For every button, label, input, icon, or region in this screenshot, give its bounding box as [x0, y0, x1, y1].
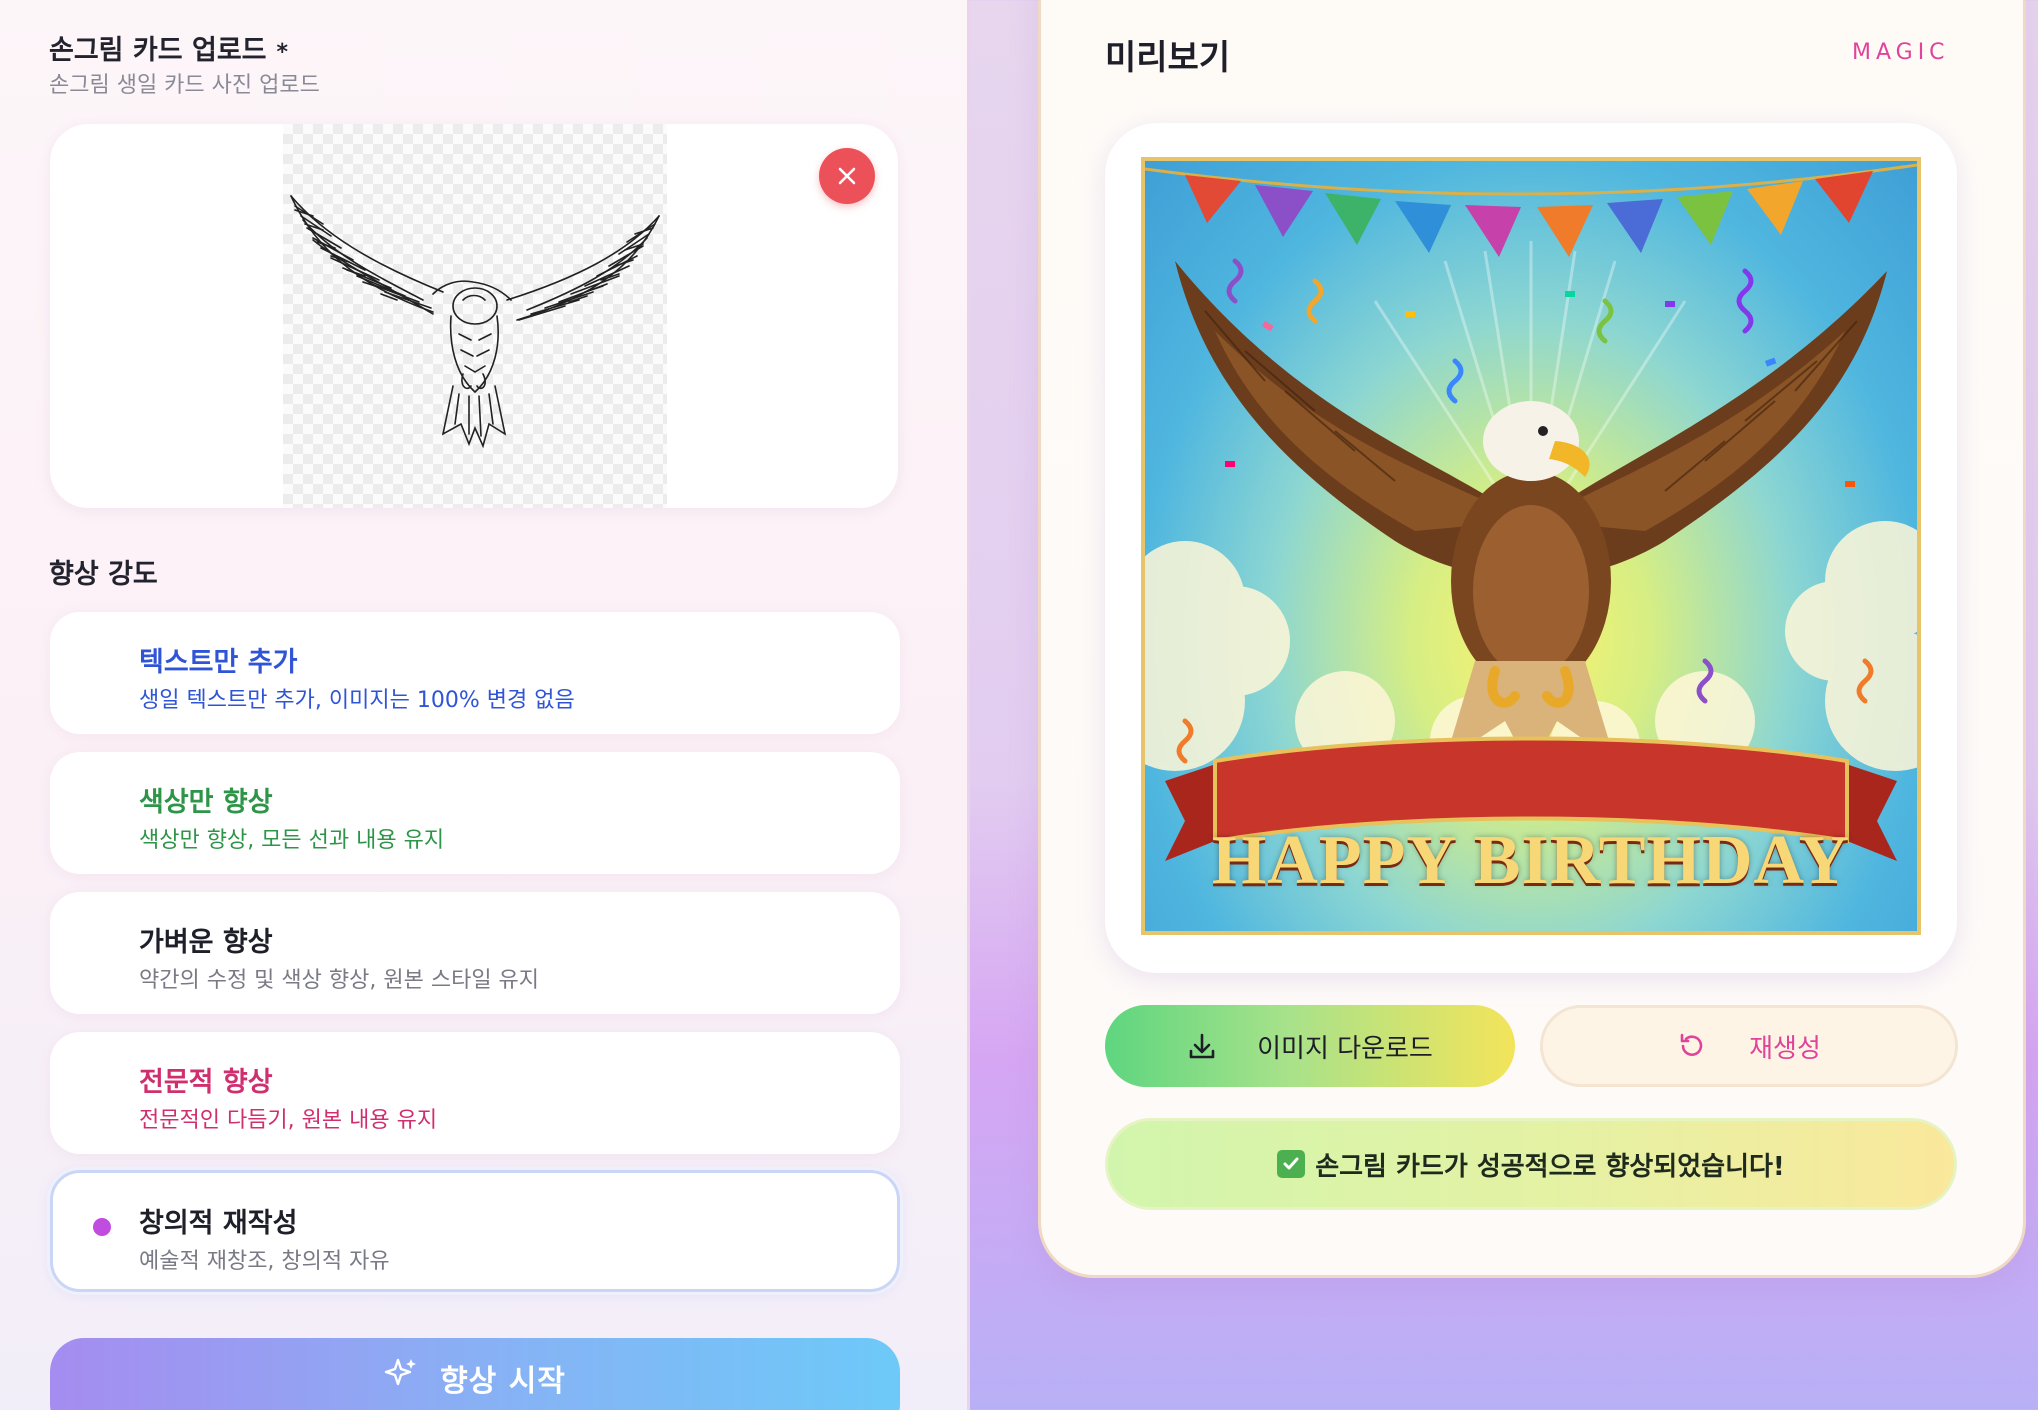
birthday-card-image: HAPPY BIRTHDAY — [1141, 157, 1921, 935]
required-mark: * — [276, 40, 289, 65]
option-light[interactable]: 가벼운 향상 약간의 수정 및 색상 향상, 원본 스타일 유지 — [50, 892, 900, 1014]
regenerate-button[interactable]: 재생성 — [1540, 1005, 1958, 1087]
option-desc: 색상만 향상, 모든 선과 내용 유지 — [139, 828, 445, 853]
option-desc: 전문적인 다듬기, 원본 내용 유지 — [139, 1108, 438, 1133]
preview-frame: HAPPY BIRTHDAY — [1105, 123, 1957, 973]
preview-title: 미리보기 — [1105, 38, 1231, 78]
upload-dropzone[interactable] — [50, 124, 898, 508]
start-enhance-label: 향상 시작 — [440, 1364, 566, 1399]
option-text-only[interactable]: 텍스트만 추가 생일 텍스트만 추가, 이미지는 100% 변경 없음 — [50, 612, 900, 734]
option-professional[interactable]: 전문적 향상 전문적인 다듬기, 원본 내용 유지 — [50, 1032, 900, 1154]
refresh-icon — [1677, 1031, 1707, 1061]
selected-indicator — [93, 1218, 111, 1236]
close-icon — [838, 167, 856, 185]
option-desc: 약간의 수정 및 색상 향상, 원본 스타일 유지 — [139, 968, 540, 993]
option-desc: 생일 텍스트만 추가, 이미지는 100% 변경 없음 — [139, 688, 575, 713]
intensity-label: 향상 강도 — [49, 559, 158, 590]
option-desc: 예술적 재창조, 창의적 자유 — [139, 1249, 390, 1274]
regenerate-label: 재생성 — [1749, 1033, 1821, 1064]
option-title: 창의적 재작성 — [139, 1208, 298, 1239]
option-creative[interactable]: 창의적 재작성 예술적 재창조, 창의적 자유 — [50, 1170, 900, 1292]
magic-badge: MAGIC — [1852, 40, 1950, 65]
option-title: 텍스트만 추가 — [139, 647, 298, 678]
sparkles-icon — [384, 1356, 418, 1390]
option-title: 가벼운 향상 — [139, 927, 273, 958]
uploaded-image — [283, 124, 667, 508]
download-image-button[interactable]: 이미지 다운로드 — [1105, 1005, 1515, 1087]
download-icon — [1187, 1031, 1217, 1061]
option-title: 색상만 향상 — [139, 787, 273, 818]
success-message: 손그림 카드가 성공적으로 향상되었습니다! — [1105, 1118, 1957, 1210]
download-label: 이미지 다운로드 — [1257, 1033, 1433, 1064]
card-artwork — [1145, 163, 1917, 861]
option-title: 전문적 향상 — [139, 1067, 273, 1098]
success-text: 손그림 카드가 성공적으로 향상되었습니다! — [1315, 1151, 1785, 1182]
remove-image-button[interactable] — [819, 148, 875, 204]
option-color-only[interactable]: 색상만 향상 색상만 향상, 모든 선과 내용 유지 — [50, 752, 900, 874]
start-enhance-button[interactable]: 향상 시작 — [50, 1338, 900, 1410]
eagle-sketch-image — [290, 195, 660, 449]
upload-subtitle: 손그림 생일 카드 사진 업로드 — [49, 73, 320, 98]
upload-title: 손그림 카드 업로드 * — [49, 28, 288, 67]
upload-title-text: 손그림 카드 업로드 — [49, 35, 267, 66]
card-banner-text: HAPPY BIRTHDAY — [1211, 822, 1851, 899]
check-box-icon — [1277, 1150, 1306, 1178]
